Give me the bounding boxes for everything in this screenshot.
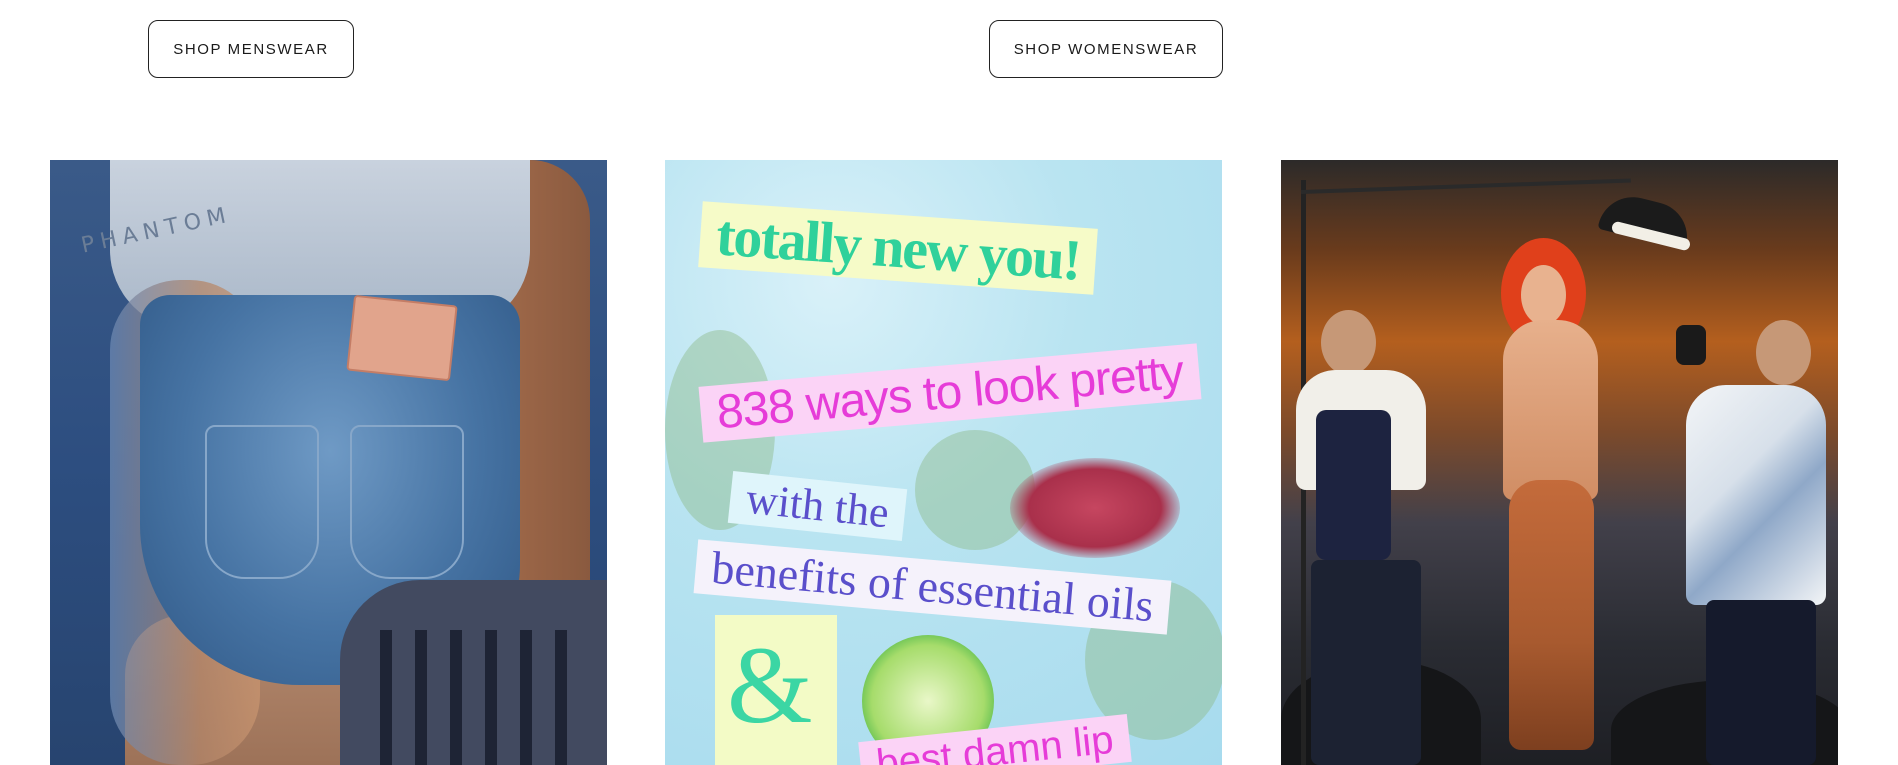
shop-menswear-button[interactable]: SHOP MENSWEAR <box>148 20 354 78</box>
back-pocket-left <box>205 425 319 579</box>
chair-slat <box>450 630 462 765</box>
person-trousers <box>1706 600 1816 765</box>
chair-slat <box>520 630 532 765</box>
model-face <box>1521 265 1566 325</box>
leather-patch <box>346 294 458 382</box>
hair-dryer <box>1676 325 1706 365</box>
shop-womenswear-button[interactable]: SHOP WOMENSWEAR <box>989 20 1223 78</box>
back-pocket-right <box>350 425 464 579</box>
collage-text-strip: totally new you! <box>698 201 1099 295</box>
ampersand-glyph: & <box>727 624 813 746</box>
chair-slat <box>555 630 567 765</box>
chair-slat <box>380 630 392 765</box>
editorial-image-collage[interactable]: totally new you! 838 ways to look pretty… <box>665 160 1222 765</box>
person-head <box>1321 310 1376 375</box>
boom-arm <box>1300 178 1631 194</box>
editorial-image-studio[interactable] <box>1281 160 1838 765</box>
collage-text-strip: with the <box>727 470 908 542</box>
collage-text-strip: 838 ways to look pretty <box>698 343 1202 443</box>
model-gown <box>1509 480 1594 750</box>
lips-print <box>1010 458 1180 558</box>
person-trousers <box>1311 560 1421 765</box>
editorial-image-denim[interactable]: PHANTOM <box>50 160 607 765</box>
chair-slat <box>485 630 497 765</box>
chair-slat <box>415 630 427 765</box>
model-torso <box>1503 320 1598 500</box>
person-head <box>1756 320 1811 385</box>
person-vest <box>1316 410 1391 560</box>
person-jacket <box>1686 385 1826 605</box>
